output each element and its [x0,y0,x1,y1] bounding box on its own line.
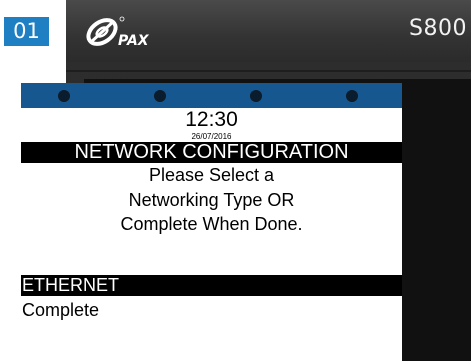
model-label: S800 [409,16,467,41]
brand-text: PAX [118,33,150,49]
menu-option-complete[interactable]: Complete [21,300,402,321]
instruction-line: Please Select a [148,165,275,185]
status-indicator-icon [154,90,166,102]
bezel-divider [66,70,471,72]
screen-title: NETWORK CONFIGURATION [21,142,402,163]
instruction-line: Networking Type OR [128,190,295,210]
menu-option-ethernet[interactable]: ETHERNET [21,275,402,296]
pax-logo-icon: PAX [82,13,182,51]
status-indicator-icon [58,90,70,102]
clock-time: 12:30 [185,108,238,131]
status-bar [21,83,402,108]
terminal-header: PAX S800 [66,0,471,62]
status-indicator-icon [250,90,262,102]
step-badge: 01 [4,17,49,46]
terminal-screen: 12:30 26/07/2016 NETWORK CONFIGURATION P… [21,83,402,361]
instruction-line: Complete When Done. [120,214,303,234]
page: 01 PAX S800 12:30 26/07/2016 NETWORK CON… [0,0,471,361]
clock-date: 26/07/2016 [191,132,232,141]
status-indicator-icon [346,90,358,102]
